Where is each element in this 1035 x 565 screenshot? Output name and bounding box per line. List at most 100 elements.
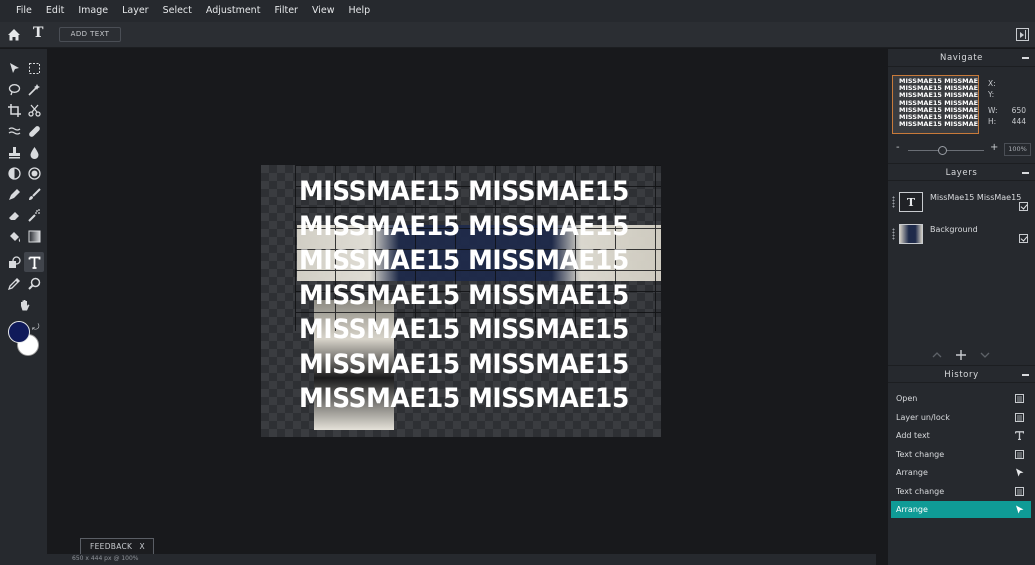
layer-name: MissMae15 MissMae15 MissMae15 (930, 193, 1022, 202)
menu-edit[interactable]: Edit (39, 0, 71, 22)
w-value: 650 (1011, 106, 1026, 115)
layer-visibility-checkbox[interactable] (1019, 234, 1028, 243)
collapse-panel-icon[interactable] (1016, 28, 1029, 41)
history-item-label: Add text (896, 431, 930, 440)
photo-editor-app: File Edit Image Layer Select Adjustment … (0, 0, 1035, 565)
drag-handle-icon[interactable] (892, 228, 895, 240)
lasso-tool-icon[interactable] (4, 79, 24, 99)
feedback-close-icon[interactable]: X (140, 539, 145, 555)
home-icon[interactable] (6, 27, 22, 43)
history-item[interactable]: Text change (891, 483, 1031, 500)
document-icon (1015, 486, 1024, 496)
layer-name: Background (930, 225, 978, 234)
blur-tool-icon[interactable] (24, 142, 44, 162)
navigate-panel-header[interactable]: Navigate (888, 49, 1035, 67)
feedback-label: FEEDBACK (90, 542, 133, 551)
history-item-label: Open (896, 394, 918, 403)
history-item[interactable]: Arrange (891, 464, 1031, 481)
move-tool-icon[interactable] (4, 58, 24, 78)
text-line: MISSMAE15 MISSMAE15 (299, 176, 629, 207)
spray-tool-icon[interactable] (24, 205, 44, 225)
text-line: MISSMAE15 MISSMAE15 (299, 314, 629, 345)
menu-select[interactable]: Select (156, 0, 199, 22)
image-canvas[interactable]: MISSMAE15 MISSMAE15 MISSMAE15 MISSMAE15 … (261, 165, 661, 437)
text-layer-thumbnail: T (899, 192, 923, 212)
navigator-thumbnail[interactable]: MISSMAE15 MISSMAE15 MISSMAE15 MISSMAE15 … (892, 75, 979, 134)
canvas-workspace[interactable]: MISSMAE15 MISSMAE15 MISSMAE15 MISSMAE15 … (47, 49, 876, 554)
y-label: Y: (988, 90, 995, 99)
pen-tool-icon[interactable] (4, 184, 24, 204)
move-layer-up-icon (932, 352, 942, 358)
document-icon (1015, 394, 1024, 403)
clone-stamp-tool-icon[interactable] (4, 142, 24, 162)
add-text-button[interactable]: ADD TEXT (59, 27, 121, 42)
feedback-button[interactable]: FEEDBACK X (80, 538, 154, 555)
menu-image[interactable]: Image (71, 0, 115, 22)
liquify-tool-icon[interactable] (4, 121, 24, 141)
zoom-control: - + 100% (894, 142, 1032, 156)
sponge-tool-icon[interactable] (24, 163, 44, 183)
zoom-out-button[interactable]: - (896, 142, 900, 153)
text-tool-icon[interactable] (24, 252, 44, 272)
add-layer-icon (956, 350, 966, 360)
layer-visibility-checkbox[interactable] (1019, 202, 1028, 211)
zoom-slider-handle[interactable] (937, 146, 947, 155)
menu-bar: File Edit Image Layer Select Adjustment … (0, 0, 1035, 22)
status-bar: 650 x 444 px @ 100% (47, 554, 876, 565)
history-item[interactable]: Layer un/lock (891, 409, 1031, 426)
collapse-icon[interactable] (1022, 57, 1029, 59)
text-line: MISSMAE15 MISSMAE15 (299, 348, 629, 380)
menu-filter[interactable]: Filter (267, 0, 305, 22)
history-item-label: Text change (896, 449, 945, 459)
history-item-active[interactable]: Arrange (891, 501, 1031, 518)
navigator-info: X: Y: W: 650 H: 444 (988, 78, 1026, 127)
history-item-label: Text change (896, 486, 945, 496)
marquee-tool-icon[interactable] (24, 58, 44, 78)
foreground-color-swatch[interactable] (8, 321, 30, 343)
collapse-icon[interactable] (1022, 374, 1029, 376)
menu-adjustment[interactable]: Adjustment (199, 0, 268, 22)
history-panel-header[interactable]: History (888, 365, 1035, 383)
menu-layer[interactable]: Layer (115, 0, 156, 22)
healing-tool-icon[interactable] (24, 121, 44, 141)
tool-palette: ⤾ (0, 49, 47, 565)
zoom-value-field[interactable]: 100% (1004, 143, 1031, 156)
menu-view[interactable]: View (305, 0, 342, 22)
brush-tool-icon[interactable] (24, 184, 44, 204)
options-bar: T ADD TEXT (0, 22, 1035, 48)
arrow-cursor-icon (1016, 505, 1024, 514)
history-item[interactable]: Text change (891, 446, 1031, 463)
menu-help[interactable]: Help (342, 0, 378, 22)
navigate-title: Navigate (940, 53, 983, 63)
zoom-tool-icon[interactable] (24, 273, 44, 293)
document-icon (1015, 449, 1024, 459)
w-label: W: (988, 106, 998, 115)
text-layer-content[interactable]: MISSMAE15 MISSMAE15 MISSMAE15 MISSMAE15 … (299, 175, 639, 417)
cut-tool-icon[interactable] (24, 100, 44, 120)
shape-tool-icon[interactable] (4, 252, 24, 272)
eraser-tool-icon[interactable] (4, 205, 24, 225)
dodge-tool-icon[interactable] (4, 163, 24, 183)
hand-tool-icon[interactable] (14, 295, 34, 315)
text-icon (1015, 431, 1024, 440)
zoom-in-button[interactable]: + (990, 142, 998, 153)
layer-row-text[interactable]: T MissMae15 MissMae15 MissMae15 (892, 190, 1032, 216)
layer-row-background[interactable]: Background (892, 222, 1032, 248)
history-item[interactable]: Open (891, 390, 1031, 407)
h-label: H: (988, 117, 997, 126)
crop-tool-icon[interactable] (4, 100, 24, 120)
right-panel: Navigate MISSMAE15 MISSMAE15 MISSMAE15 M… (888, 49, 1035, 565)
gradient-tool-icon[interactable] (24, 226, 44, 246)
collapse-icon[interactable] (1022, 172, 1029, 174)
magic-wand-tool-icon[interactable] (24, 79, 44, 99)
fill-tool-icon[interactable] (4, 226, 24, 246)
thumb-text-line: MISSMAE15 MISSMAE15 (899, 120, 979, 129)
document-icon (1015, 412, 1024, 422)
menu-file[interactable]: File (9, 0, 39, 22)
drag-handle-icon[interactable] (892, 196, 895, 208)
history-item[interactable]: Add text (891, 427, 1031, 444)
eyedropper-tool-icon[interactable] (4, 273, 24, 293)
layer-actions (932, 349, 992, 361)
layers-panel-header[interactable]: Layers (888, 163, 1035, 181)
swap-colors-icon[interactable]: ⤾ (32, 323, 40, 333)
